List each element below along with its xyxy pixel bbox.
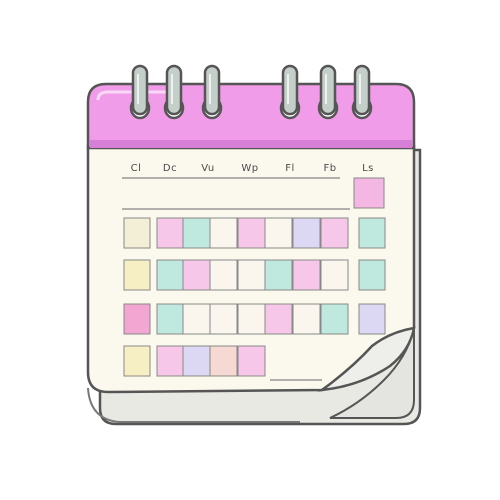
binder-ring bbox=[319, 64, 337, 116]
date-cell bbox=[156, 345, 185, 377]
weekday-label: Dc bbox=[163, 163, 177, 174]
date-cell bbox=[264, 217, 293, 249]
date-cell bbox=[123, 303, 151, 335]
date-cell bbox=[156, 217, 185, 249]
date-cell bbox=[237, 303, 266, 335]
binder-ring bbox=[353, 64, 371, 116]
weekday-label: Fb bbox=[323, 163, 336, 174]
weekday-label: Vu bbox=[201, 163, 215, 174]
date-cell bbox=[182, 303, 211, 335]
binder-ring bbox=[165, 64, 183, 116]
date-cell bbox=[237, 259, 266, 291]
date-cell bbox=[237, 217, 266, 249]
date-cell bbox=[358, 303, 386, 335]
date-cell bbox=[320, 259, 349, 291]
date-cell bbox=[156, 303, 185, 335]
date-cell bbox=[292, 303, 321, 335]
date-cell bbox=[123, 345, 151, 377]
date-cell bbox=[264, 303, 293, 335]
weekday-label: Cl bbox=[131, 163, 142, 174]
date-cell bbox=[156, 259, 185, 291]
calendar-icon: Cl Dc Vu Wp Fl Fb Ls bbox=[86, 64, 422, 426]
calendar-illustration: Cl Dc Vu Wp Fl Fb Ls bbox=[0, 0, 500, 500]
date-cell bbox=[209, 259, 238, 291]
weekday-label: Ls bbox=[362, 163, 374, 174]
binder-ring bbox=[281, 64, 299, 116]
binder-ring bbox=[203, 64, 221, 116]
date-cell bbox=[209, 345, 238, 377]
date-cell bbox=[182, 345, 211, 377]
date-cell bbox=[292, 217, 321, 249]
highlighted-date-cell bbox=[353, 177, 385, 209]
weekday-label: Wp bbox=[241, 163, 258, 174]
date-cell bbox=[123, 217, 151, 249]
date-cell bbox=[209, 217, 238, 249]
date-cell bbox=[209, 303, 238, 335]
date-cell bbox=[292, 259, 321, 291]
date-cell bbox=[320, 303, 349, 335]
date-cell bbox=[182, 259, 211, 291]
date-cell bbox=[123, 259, 151, 291]
date-cell bbox=[264, 259, 293, 291]
header-bottom-band bbox=[90, 140, 412, 148]
binder-ring bbox=[131, 64, 149, 116]
date-cell bbox=[358, 217, 386, 249]
date-cell bbox=[320, 217, 349, 249]
date-cell bbox=[237, 345, 266, 377]
date-cell bbox=[182, 217, 211, 249]
date-cell bbox=[358, 259, 386, 291]
weekday-label: Fl bbox=[285, 163, 295, 174]
